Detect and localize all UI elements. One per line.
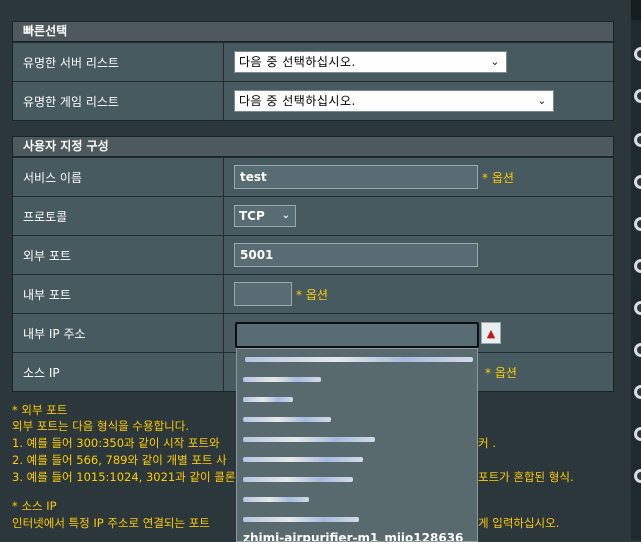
external-port-help-title: * 외부 포트 xyxy=(12,403,68,417)
game-list-row: 유명한 게임 리스트 다음 중 선택하십시오. ⌄ xyxy=(13,81,613,120)
external-port-help-line1: 1. 예를 들어 300:350과 같이 시작 포트와 xyxy=(12,436,220,450)
list-item[interactable] xyxy=(237,389,477,409)
client-list-item-last[interactable]: zhimi-airpurifier-m1_miio128636 xyxy=(243,531,463,541)
source-ip-help-line-tail: 게 입력하십시오. xyxy=(478,516,560,530)
external-port-help-line2: 2. 예를 들어 566, 789와 같이 개별 포트 사 xyxy=(12,453,227,467)
slider-knob-icon xyxy=(634,301,641,315)
slider-knob-icon xyxy=(634,133,641,147)
list-item[interactable] xyxy=(237,469,477,489)
list-item[interactable] xyxy=(237,489,477,509)
quick-select-panel: 빠른선택 유명한 서버 리스트 다음 중 선택하십시오. ⌄ 유명한 게임 리스… xyxy=(12,21,614,121)
list-item[interactable] xyxy=(237,449,477,469)
slider-knob-icon xyxy=(634,385,641,399)
slider-knob-icon xyxy=(634,427,641,441)
external-port-help-line1-tail: 커 . xyxy=(478,436,496,450)
source-ip-help-line: 인터넷에서 특정 IP 주소로 연결되는 포트 xyxy=(12,516,210,530)
internal-port-input[interactable] xyxy=(234,282,292,306)
slider-knob-icon xyxy=(634,47,641,61)
list-item[interactable] xyxy=(237,349,477,369)
right-edge-corner xyxy=(631,0,641,20)
service-name-label: 서비스 이름 xyxy=(13,158,224,196)
slider-knob-icon xyxy=(634,89,641,103)
server-list-select[interactable]: 다음 중 선택하십시오. ⌄ xyxy=(234,51,507,73)
internal-port-optional-note: * 옵션 xyxy=(296,287,328,302)
client-list-toggle-button[interactable]: ▲ xyxy=(481,322,501,344)
list-item[interactable] xyxy=(237,369,477,389)
chevron-down-icon: ⌄ xyxy=(281,210,290,221)
source-ip-label: 소스 IP xyxy=(13,353,224,391)
slider-knob-icon xyxy=(634,343,641,357)
game-list-select[interactable]: 다음 중 선택하십시오. ⌄ xyxy=(234,90,554,112)
external-port-help-line0: 외부 포트는 다음 형식을 수용합니다. xyxy=(12,419,189,433)
internal-port-row: 내부 포트 * 옵션 xyxy=(13,274,613,313)
server-list-row: 유명한 서버 리스트 다음 중 선택하십시오. ⌄ xyxy=(13,42,613,81)
arrow-up-icon: ▲ xyxy=(486,326,496,340)
external-port-help-line3-tail: 포트가 혼합된 형식. xyxy=(478,470,574,484)
slider-knob-icon xyxy=(634,259,641,273)
slider-knob-icon xyxy=(634,217,641,231)
internal-ip-input[interactable] xyxy=(235,322,479,348)
protocol-select[interactable]: TCP ⌄ xyxy=(234,205,296,227)
protocol-label: 프로토콜 xyxy=(13,197,224,235)
external-port-row: 외부 포트 5001 xyxy=(13,235,613,274)
internal-ip-label: 내부 IP 주소 xyxy=(13,314,224,352)
external-port-help-line3: 3. 예를 들어 1015:1024, 3021과 같이 콜론 xyxy=(12,470,236,484)
slider-knob-icon xyxy=(634,469,641,483)
external-port-input[interactable]: 5001 xyxy=(234,243,478,267)
source-ip-help-title: * 소스 IP xyxy=(12,499,57,513)
chevron-down-icon: ⌄ xyxy=(490,55,500,68)
client-list-dropdown[interactable]: zhimi-airpurifier-m1_miio128636 xyxy=(236,348,478,542)
slider-knob-icon xyxy=(634,175,641,189)
service-optional-note: * 옵션 xyxy=(482,170,514,185)
list-item[interactable] xyxy=(237,509,477,529)
list-item[interactable] xyxy=(237,409,477,429)
protocol-row: 프로토콜 TCP ⌄ xyxy=(13,196,613,235)
game-list-label: 유명한 게임 리스트 xyxy=(13,82,224,120)
source-ip-optional-note: * 옵션 xyxy=(485,365,517,380)
service-name-input[interactable]: test xyxy=(234,165,478,189)
service-name-row: 서비스 이름 test * 옵션 xyxy=(13,157,613,196)
custom-config-title: 사용자 지정 구성 xyxy=(13,137,613,157)
internal-port-label: 내부 포트 xyxy=(13,275,224,313)
quick-select-title: 빠른선택 xyxy=(13,22,613,42)
list-item[interactable] xyxy=(237,429,477,449)
chevron-down-icon: ⌄ xyxy=(537,94,547,107)
server-list-label: 유명한 서버 리스트 xyxy=(13,43,224,81)
external-port-label: 외부 포트 xyxy=(13,236,224,274)
